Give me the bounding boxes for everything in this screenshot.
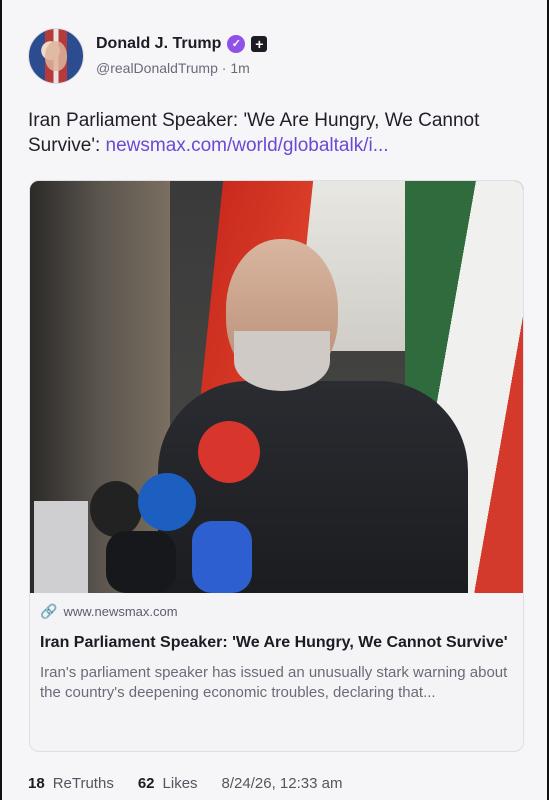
card-image[interactable] <box>30 181 523 593</box>
post-screen: Donald J. Trump ✓ + @realDonaldTrump · 1… <box>0 0 549 800</box>
likes-label[interactable]: Likes <box>163 775 198 792</box>
post-header: Donald J. Trump ✓ + @realDonaldTrump · 1… <box>28 26 528 86</box>
card-description: Iran's parliament speaker has issued an … <box>40 664 508 701</box>
separator-dot: · <box>221 60 227 76</box>
link-icon: 🔗 <box>40 603 58 619</box>
retruths-label[interactable]: ReTruths <box>53 775 114 792</box>
post-timestamp: 8/24/26, 12:33 am <box>221 775 343 792</box>
plus-badge-icon: + <box>251 36 268 52</box>
retruths-count[interactable]: 18 <box>28 775 45 792</box>
handle-row: @realDonaldTrump · 1m <box>96 60 250 76</box>
card-domain-row: 🔗 www.newsmax.com <box>40 603 515 620</box>
card-title[interactable]: Iran Parliament Speaker: 'We Are Hungry,… <box>40 632 515 653</box>
card-meta: 🔗 www.newsmax.com Iran Parliament Speake… <box>40 603 515 703</box>
likes-count[interactable]: 62 <box>138 775 155 792</box>
avatar[interactable] <box>28 28 84 84</box>
link-preview-card[interactable]: 🔗 www.newsmax.com Iran Parliament Speake… <box>29 180 524 752</box>
post-time: 1m <box>230 60 250 76</box>
display-name[interactable]: Donald J. Trump <box>96 35 221 53</box>
card-domain: www.newsmax.com <box>63 604 178 619</box>
user-handle[interactable]: @realDonaldTrump <box>96 60 218 76</box>
verified-check-icon: ✓ <box>227 35 246 53</box>
post-link[interactable]: newsmax.com/world/globaltalk/i... <box>106 135 389 156</box>
post-stats: 18 ReTruths 62 Likes 8/24/26, 12:33 am <box>28 775 342 792</box>
name-row: Donald J. Trump ✓ + <box>96 35 268 53</box>
post-text: Iran Parliament Speaker: 'We Are Hungry,… <box>28 108 528 158</box>
